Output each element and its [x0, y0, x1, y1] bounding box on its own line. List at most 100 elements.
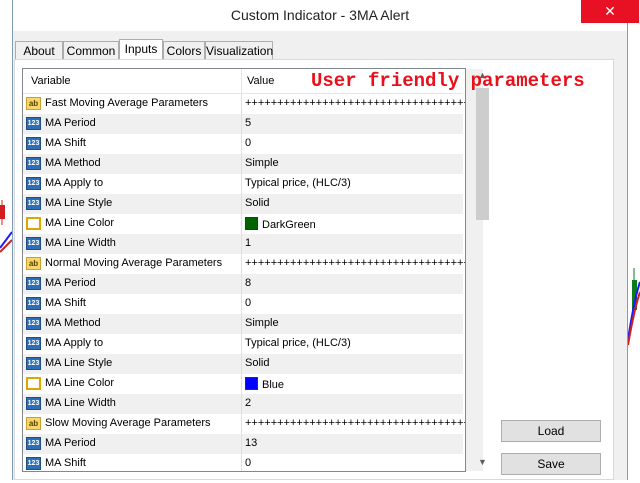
column-divider	[241, 334, 242, 354]
variable-value[interactable]: 5	[245, 117, 251, 129]
grid-row[interactable]: 123 MA Line Width 1	[23, 234, 463, 254]
scroll-down-icon[interactable]: ▼	[476, 457, 489, 471]
grid-row[interactable]: 123 MA Shift 0	[23, 134, 463, 154]
variable-name: MA Shift	[45, 137, 86, 149]
variable-value[interactable]: Blue	[245, 377, 284, 391]
number-type-icon: 123	[26, 137, 41, 150]
variable-name: MA Line Color	[45, 217, 115, 229]
candlestick-fragment-right	[627, 268, 640, 346]
color-name: Blue	[262, 379, 285, 391]
grid-row[interactable]: ab Normal Moving Average Parameters ++++++…	[23, 254, 465, 274]
column-divider	[241, 374, 242, 394]
number-type-icon: 123	[26, 237, 41, 250]
color-swatch	[245, 217, 258, 230]
grid-row[interactable]: MA Line Color DarkGreen	[23, 214, 463, 234]
window-title: Custom Indicator - 3MA Alert	[230, 7, 410, 23]
variable-value[interactable]: Simple	[245, 157, 279, 169]
grid-row[interactable]: 123 MA Period 8	[23, 274, 463, 294]
tab-inputs[interactable]: Inputs	[119, 39, 163, 60]
header-variable[interactable]: Variable	[31, 75, 71, 87]
grid-row[interactable]: 123 MA Method Simple	[23, 154, 463, 174]
save-button[interactable]: Save	[501, 453, 601, 475]
number-type-icon: 123	[26, 397, 41, 410]
grid-row[interactable]: MA Line Color Blue	[23, 374, 463, 394]
column-divider	[241, 214, 242, 234]
column-divider	[241, 274, 242, 294]
load-button[interactable]: Load	[501, 420, 601, 442]
close-button[interactable]: ✕	[581, 0, 639, 23]
grid-row[interactable]: 123 MA Line Style Solid	[23, 354, 463, 374]
header-value[interactable]: Value	[247, 75, 274, 87]
variable-name: MA Apply to	[45, 337, 104, 349]
candlestick-fragment-left	[0, 200, 13, 253]
grid-row[interactable]: 123 MA Line Width 2	[23, 394, 463, 414]
title-bar: Custom Indicator - 3MA Alert ✕	[13, 0, 639, 32]
variable-name: MA Line Width	[45, 397, 116, 409]
column-divider	[241, 234, 242, 254]
grid-row[interactable]: ab Fast Moving Average Parameters ++++++++…	[23, 94, 465, 114]
column-divider	[241, 174, 242, 194]
column-divider	[241, 294, 242, 314]
grid-row[interactable]: 123 MA Line Style Solid	[23, 194, 463, 214]
column-divider	[241, 394, 242, 414]
variable-name: MA Line Color	[45, 377, 115, 389]
color-type-icon	[26, 377, 41, 390]
column-divider	[241, 254, 242, 274]
variable-value[interactable]: 0	[245, 297, 251, 309]
column-divider	[241, 414, 242, 434]
variable-value[interactable]: DarkGreen	[245, 217, 316, 231]
text-type-icon: ab	[26, 417, 41, 430]
grid-row[interactable]: 123 MA Period 13	[23, 434, 463, 454]
number-type-icon: 123	[26, 197, 41, 210]
tab-common[interactable]: Common	[63, 41, 119, 59]
variable-value[interactable]: Typical price, (HLC/3)	[245, 337, 351, 349]
tab-visualization[interactable]: Visualization	[205, 41, 273, 59]
variable-name: MA Method	[45, 317, 101, 329]
column-divider	[241, 114, 242, 134]
text-type-icon: ab	[26, 97, 41, 110]
variable-name: MA Shift	[45, 297, 86, 309]
variable-name: MA Shift	[45, 457, 86, 469]
variable-name: Slow Moving Average Parameters	[45, 417, 211, 429]
grid-row[interactable]: 123 MA Apply to Typical price, (HLC/3)	[23, 334, 463, 354]
variable-value[interactable]: 2	[245, 397, 251, 409]
variable-name: MA Line Style	[45, 357, 113, 369]
number-type-icon: 123	[26, 357, 41, 370]
color-name: DarkGreen	[262, 219, 316, 231]
grid-row[interactable]: 123 MA Period 5	[23, 114, 463, 134]
column-divider	[241, 134, 242, 154]
variable-value[interactable]: Solid	[245, 197, 269, 209]
variable-value[interactable]: 13	[245, 437, 257, 449]
variable-name: MA Period	[45, 117, 96, 129]
tab-about[interactable]: About	[15, 41, 63, 59]
variable-value[interactable]: 0	[245, 457, 251, 469]
grid-row[interactable]: 123 MA Apply to Typical price, (HLC/3)	[23, 174, 463, 194]
variable-value[interactable]: Typical price, (HLC/3)	[245, 177, 351, 189]
variable-name: MA Method	[45, 157, 101, 169]
annotation-text: User friendly parameters	[311, 70, 585, 92]
variable-value[interactable]: ++++++++++++++++++++++++++++++++++++++	[245, 257, 465, 269]
column-divider	[241, 454, 242, 471]
close-icon: ✕	[604, 3, 616, 19]
variable-value[interactable]: 1	[245, 237, 251, 249]
header-divider[interactable]	[241, 69, 242, 93]
scroll-thumb[interactable]	[476, 88, 489, 220]
variable-value[interactable]: ++++++++++++++++++++++++++++++++++++++	[245, 417, 465, 429]
variable-name: MA Period	[45, 277, 96, 289]
variable-value[interactable]: 0	[245, 137, 251, 149]
variable-value[interactable]: 8	[245, 277, 251, 289]
color-swatch	[245, 377, 258, 390]
grid-row[interactable]: 123 MA Shift 0	[23, 294, 463, 314]
grid-row[interactable]: 123 MA Method Simple	[23, 314, 463, 334]
grid-row[interactable]: ab Slow Moving Average Parameters ++++++++…	[23, 414, 465, 434]
number-type-icon: 123	[26, 157, 41, 170]
grid-row[interactable]: 123 MA Shift 0	[23, 454, 463, 471]
variable-value[interactable]: ++++++++++++++++++++++++++++++++++++++	[245, 97, 465, 109]
column-divider	[241, 314, 242, 334]
variable-value[interactable]: Solid	[245, 357, 269, 369]
column-divider	[241, 94, 242, 114]
variable-value[interactable]: Simple	[245, 317, 279, 329]
variable-name: Fast Moving Average Parameters	[45, 97, 209, 109]
tab-colors[interactable]: Colors	[163, 41, 205, 59]
number-type-icon: 123	[26, 317, 41, 330]
